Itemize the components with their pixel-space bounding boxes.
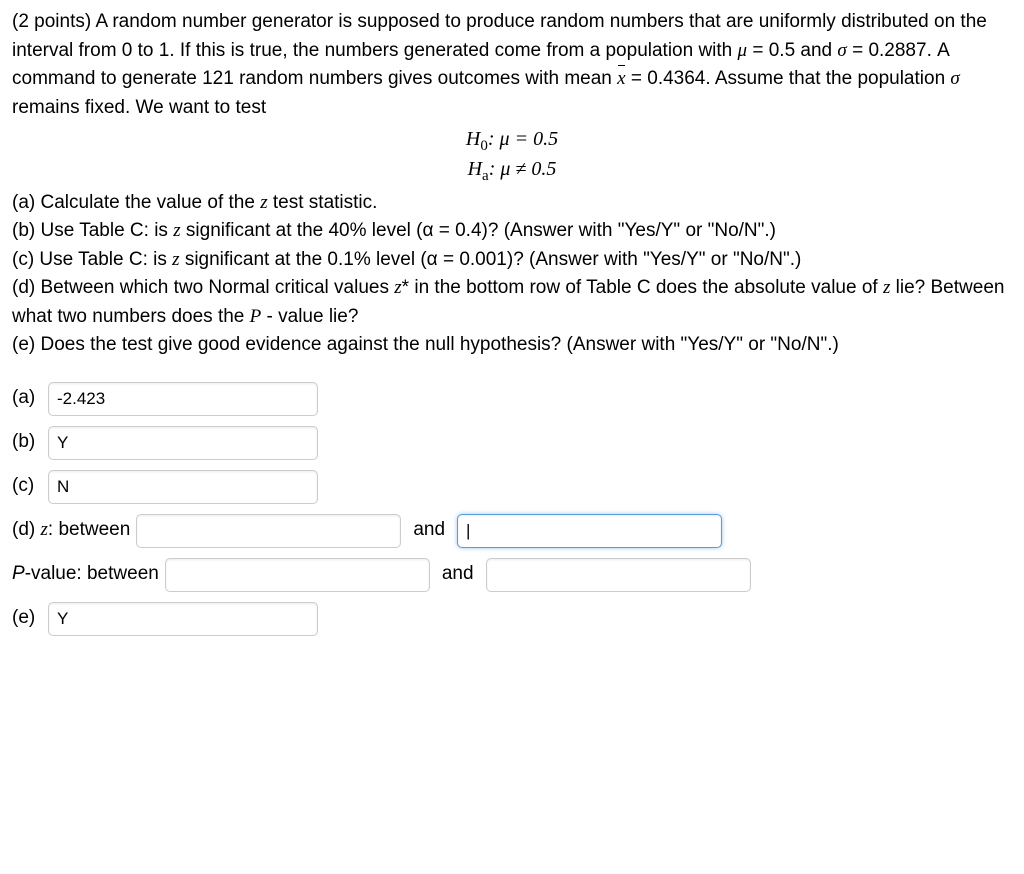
question-text: (2 points) A random number generator is … bbox=[12, 8, 1012, 122]
answer-d-z2-input[interactable] bbox=[457, 514, 722, 548]
part-d-var2: z bbox=[883, 277, 890, 298]
part-a: (a) Calculate the value of the z test st… bbox=[12, 189, 1012, 218]
part-d-mid: in the bottom row of Table C does the ab… bbox=[414, 277, 877, 298]
part-d-pvar: P bbox=[250, 306, 262, 327]
answer-c-input[interactable] bbox=[48, 470, 318, 504]
part-a-text: (a) Calculate the value of the bbox=[12, 192, 255, 213]
question-parts: (a) Calculate the value of the z test st… bbox=[12, 189, 1012, 360]
sigma-symbol-2: σ bbox=[950, 68, 959, 89]
part-e-text: (e) Does the test give good evidence aga… bbox=[12, 334, 839, 355]
answer-e-input[interactable] bbox=[48, 602, 318, 636]
answer-row-d-z: (d) z: between and bbox=[12, 514, 1012, 548]
part-a-end: test statistic. bbox=[273, 192, 378, 213]
answer-p1-input[interactable] bbox=[165, 558, 430, 592]
part-c-end: significant at the 0.1% level (α = 0.001… bbox=[185, 249, 802, 270]
pvalue-between: -value: between bbox=[25, 563, 159, 584]
h0-body: : μ = 0.5 bbox=[488, 128, 558, 150]
alt-hypothesis: Ha: μ ≠ 0.5 bbox=[12, 156, 1012, 186]
part-c: (c) Use Table C: is z significant at the… bbox=[12, 246, 1012, 275]
part-d-end: - value lie? bbox=[267, 306, 359, 327]
answer-row-pvalue: P-value: between and bbox=[12, 558, 1012, 592]
mu-symbol: μ bbox=[738, 40, 748, 61]
answer-c-label: (c) bbox=[12, 472, 42, 501]
pvalue-label: P-value: between bbox=[12, 560, 159, 589]
remains-text: remains fixed. We want to test bbox=[12, 97, 266, 118]
part-b: (b) Use Table C: is z significant at the… bbox=[12, 217, 1012, 246]
xbar-value: = 0.4364. Assume that the population bbox=[631, 68, 945, 89]
part-c-var: z bbox=[172, 249, 179, 270]
answer-row-a: (a) bbox=[12, 382, 1012, 416]
answer-b-label: (b) bbox=[12, 428, 42, 457]
part-d-star: * bbox=[402, 277, 409, 298]
answer-p2-input[interactable] bbox=[486, 558, 751, 592]
h0-h: H bbox=[466, 128, 480, 150]
hypotheses-block: H0: μ = 0.5 Ha: μ ≠ 0.5 bbox=[12, 126, 1012, 187]
points-label: (2 points) bbox=[12, 11, 91, 32]
pvalue-p: P bbox=[12, 563, 25, 584]
answer-d-prefix: (d) bbox=[12, 519, 35, 540]
answer-b-input[interactable] bbox=[48, 426, 318, 460]
null-hypothesis: H0: μ = 0.5 bbox=[12, 126, 1012, 156]
answer-section: (a) (b) (c) (d) z: between and P-value: … bbox=[12, 382, 1012, 636]
ha-h: H bbox=[468, 158, 482, 180]
part-b-end: significant at the 40% level (α = 0.4)? … bbox=[186, 220, 776, 241]
answer-d-z: z bbox=[41, 519, 48, 540]
answer-a-label: (a) bbox=[12, 384, 42, 413]
part-d-var: z bbox=[394, 277, 401, 298]
answer-e-label: (e) bbox=[12, 604, 42, 633]
answer-row-e: (e) bbox=[12, 602, 1012, 636]
part-d: (d) Between which two Normal critical va… bbox=[12, 274, 1012, 331]
ha-body: : μ ≠ 0.5 bbox=[489, 158, 557, 180]
answer-row-c: (c) bbox=[12, 470, 1012, 504]
answer-a-input[interactable] bbox=[48, 382, 318, 416]
answer-d-z1-input[interactable] bbox=[136, 514, 401, 548]
and-label-2: and bbox=[436, 560, 480, 589]
xbar-symbol: x bbox=[617, 65, 625, 94]
part-d-text: (d) Between which two Normal critical va… bbox=[12, 277, 389, 298]
and-label-1: and bbox=[407, 516, 451, 545]
answer-row-b: (b) bbox=[12, 426, 1012, 460]
mu-value: = 0.5 and bbox=[752, 40, 832, 61]
answer-d-label: (d) z: between bbox=[12, 516, 130, 545]
part-e: (e) Does the test give good evidence aga… bbox=[12, 331, 1012, 360]
sigma-symbol: σ bbox=[837, 40, 846, 61]
part-c-text: (c) Use Table C: is bbox=[12, 249, 167, 270]
ha-sub: a bbox=[482, 168, 489, 184]
h0-sub: 0 bbox=[480, 138, 488, 154]
part-b-var: z bbox=[173, 220, 180, 241]
part-b-text: (b) Use Table C: is bbox=[12, 220, 168, 241]
answer-d-between: : between bbox=[48, 519, 130, 540]
part-a-var: z bbox=[260, 192, 267, 213]
